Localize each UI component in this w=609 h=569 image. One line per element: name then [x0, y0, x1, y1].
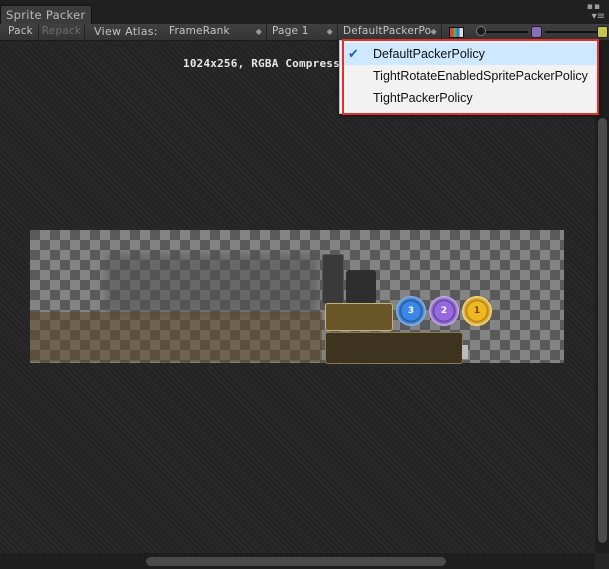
- medal-number: 3: [402, 302, 420, 320]
- sprite-dark-bar: [325, 332, 463, 364]
- vertical-scrollbar-thumb[interactable]: [598, 118, 607, 543]
- page-dropdown-value: Page 1: [272, 25, 309, 37]
- horizontal-scrollbar-thumb[interactable]: [146, 557, 446, 566]
- view-atlas-label: View Atlas:: [94, 25, 158, 38]
- policy-dropdown-value: DefaultPackerPo: [343, 25, 432, 37]
- sprite-dark-slot: [346, 270, 376, 304]
- menu-item-default-packer-policy[interactable]: ✔ DefaultPackerPolicy: [341, 43, 597, 65]
- mip-slider-handle[interactable]: [597, 26, 608, 38]
- scrollbar-corner: [595, 553, 609, 569]
- menu-item-label: TightPackerPolicy: [373, 91, 473, 105]
- sprite-bar-cap: [462, 345, 468, 359]
- rgb-channel-icon[interactable]: [449, 27, 464, 38]
- mip-slider-track[interactable]: [545, 31, 597, 33]
- checkmark-icon: ✔: [348, 46, 359, 61]
- atlas-dropdown[interactable]: FrameRank ◆: [165, 24, 267, 40]
- atlas-texture[interactable]: 3 2 1: [30, 230, 564, 364]
- zoom-slider-handle[interactable]: [476, 26, 486, 36]
- repack-button[interactable]: Repack: [39, 24, 85, 40]
- sprite-gold-bar: [325, 303, 393, 331]
- sprite-dark-slot: [322, 254, 344, 304]
- window-menu-icon[interactable]: ▾≡: [592, 11, 605, 22]
- dropdown-arrow-icon: ◆: [430, 27, 437, 36]
- tab-sprite-packer[interactable]: Sprite Packer: [0, 5, 92, 24]
- sprite-brown-panel: [30, 312, 322, 362]
- medal-3-icon: 3: [396, 296, 426, 326]
- menu-item-label: DefaultPackerPolicy: [373, 47, 485, 61]
- dropdown-arrow-icon: ◆: [326, 27, 333, 36]
- atlas-dropdown-value: FrameRank: [169, 25, 230, 37]
- zoom-slider-track[interactable]: [480, 31, 528, 33]
- medal-1-icon: 1: [462, 296, 492, 326]
- packer-policy-menu: ✔ DefaultPackerPolicy TightRotateEnabled…: [339, 40, 599, 114]
- medal-number: 2: [435, 302, 453, 320]
- packer-policy-dropdown[interactable]: DefaultPackerPo ◆: [339, 24, 442, 40]
- dropdown-arrow-icon: ◆: [255, 27, 262, 36]
- medal-2-icon: 2: [429, 296, 459, 326]
- mipmap-icon: [531, 26, 542, 38]
- medal-number: 1: [468, 302, 486, 320]
- toolbar: Pack Repack View Atlas: FrameRank ◆ Page…: [0, 24, 609, 41]
- pack-button[interactable]: Pack: [3, 24, 39, 40]
- menu-item-tight-packer-policy[interactable]: TightPackerPolicy: [341, 87, 597, 109]
- page-dropdown[interactable]: Page 1 ◆: [268, 24, 338, 40]
- window-titlebar: Sprite Packer ▪▪ ▾≡: [0, 0, 609, 25]
- menu-item-label: TightRotateEnabledSpritePackerPolicy: [373, 69, 588, 83]
- menu-item-tight-rotate-policy[interactable]: TightRotateEnabledSpritePackerPolicy: [341, 65, 597, 87]
- sprite-blurred-panel: [106, 254, 318, 314]
- atlas-info-text: 1024x256, RGBA Compressed: [183, 57, 354, 70]
